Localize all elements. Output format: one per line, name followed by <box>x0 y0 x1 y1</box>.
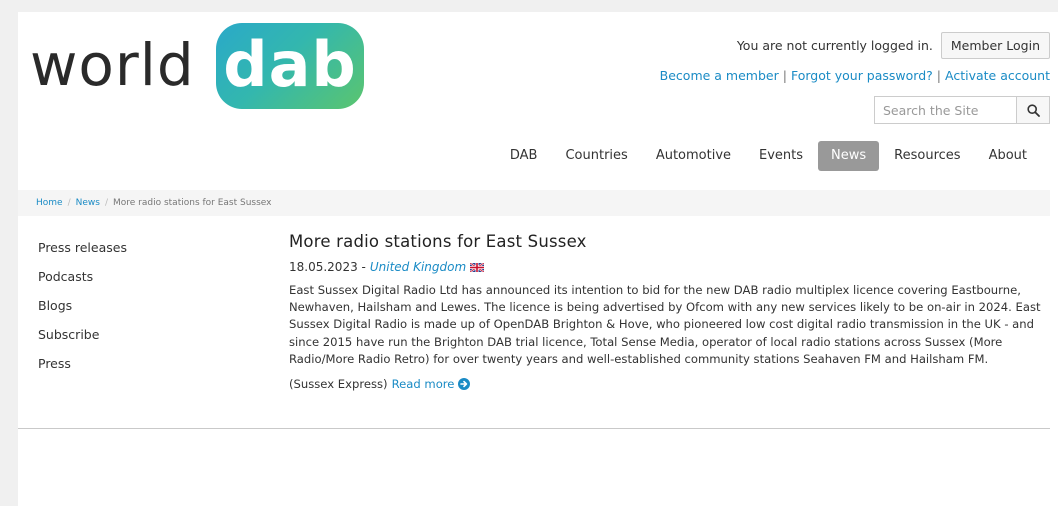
become-member-link[interactable]: Become a member <box>660 68 779 83</box>
news-sidebar: Press releases Podcasts Blogs Subscribe … <box>38 240 127 385</box>
forgot-password-link[interactable]: Forgot your password? <box>791 68 933 83</box>
news-article: More radio stations for East Sussex 18.0… <box>289 232 1051 391</box>
breadcrumb-news[interactable]: News <box>76 198 100 208</box>
nav-about[interactable]: About <box>976 141 1040 171</box>
arrow-right-circle-icon[interactable] <box>458 378 471 391</box>
nav-events[interactable]: Events <box>746 141 816 171</box>
sidebar-item-press[interactable]: Press <box>38 356 127 385</box>
nav-dab[interactable]: DAB <box>497 141 551 171</box>
logo-badge: dab <box>216 23 364 109</box>
member-login-button[interactable]: Member Login <box>940 32 1050 59</box>
nav-countries[interactable]: Countries <box>552 141 640 171</box>
breadcrumb-home[interactable]: Home <box>36 198 63 208</box>
article-source: (Sussex Express) Read more <box>289 377 1051 391</box>
nav-resources[interactable]: Resources <box>881 141 973 171</box>
logo-word: world <box>30 31 195 99</box>
article-body: East Sussex Digital Radio Ltd has announ… <box>289 283 1041 366</box>
search-input[interactable] <box>874 96 1016 124</box>
main-nav: DAB Countries Automotive Events News Res… <box>495 141 1040 171</box>
read-more-link[interactable]: Read more <box>392 377 455 391</box>
breadcrumb-divider: / <box>104 198 108 208</box>
activate-account-link[interactable]: Activate account <box>945 68 1050 83</box>
footer-divider <box>18 428 1050 429</box>
breadcrumb-divider: / <box>67 198 71 208</box>
sidebar-item-blogs[interactable]: Blogs <box>38 298 127 327</box>
source-name: (Sussex Express) <box>289 377 388 392</box>
site-search <box>874 96 1050 124</box>
search-icon <box>1026 103 1040 117</box>
account-area: You are not currently logged in. Member … <box>660 32 1050 83</box>
breadcrumb-current: More radio stations for East Sussex <box>113 198 272 208</box>
login-status-text: You are not currently logged in. <box>736 38 933 53</box>
article-meta: 18.05.2023 - United Kingdom <box>289 260 1051 274</box>
article-country-link[interactable]: United Kingdom <box>370 260 466 274</box>
nav-news[interactable]: News <box>818 141 880 171</box>
article-title: More radio stations for East Sussex <box>289 232 587 251</box>
breadcrumb: Home / News / More radio stations for East S… <box>18 190 1050 216</box>
account-links: Become a member | Forgot your password? | Ac… <box>660 68 1050 83</box>
link-separator: | <box>936 68 941 83</box>
link-separator: | <box>782 68 787 83</box>
uk-flag-icon <box>470 262 485 272</box>
nav-automotive[interactable]: Automotive <box>643 141 744 171</box>
sidebar-item-subscribe[interactable]: Subscribe <box>38 327 127 356</box>
search-button[interactable] <box>1016 96 1050 124</box>
page: world dab You are not currently logged i… <box>18 12 1058 506</box>
article-date: 18.05.2023 - <box>289 260 366 274</box>
sidebar-item-press-releases[interactable]: Press releases <box>38 240 127 269</box>
sidebar-item-podcasts[interactable]: Podcasts <box>38 269 127 298</box>
